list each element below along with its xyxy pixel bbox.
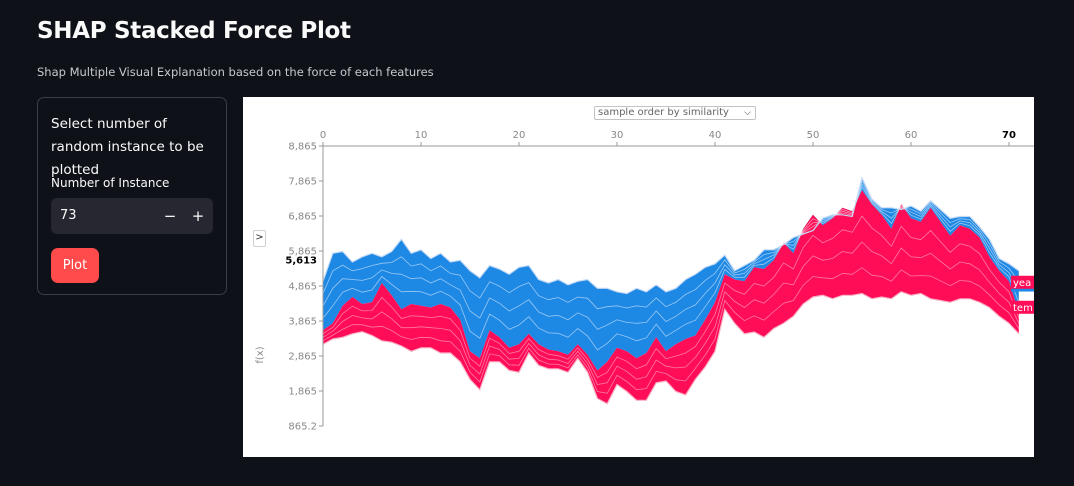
settings-panel: Select number of random instance to be p…	[37, 97, 227, 295]
panel-heading: Select number of random instance to be p…	[51, 116, 204, 178]
stacked-force-chart: 8,8657,8656,8655,8654,8653,8652,8651,865…	[255, 130, 1034, 433]
x-tick-label: 0	[320, 130, 326, 141]
increment-button[interactable]: +	[187, 204, 209, 228]
x-tick-label: 60	[905, 130, 918, 141]
y-tick-label: 1,865	[288, 387, 317, 398]
instance-count-label: Number of Instance	[51, 176, 170, 190]
feature-label: tem	[1013, 303, 1033, 314]
plot-button[interactable]: Plot	[51, 248, 99, 283]
decrement-button[interactable]: −	[159, 204, 181, 228]
page-subtitle: Shap Multiple Visual Explanation based o…	[37, 65, 434, 79]
y-axis-title: f(x)	[255, 346, 266, 363]
instance-count-value[interactable]: 73	[60, 208, 77, 223]
base-value-label: 5,613	[285, 255, 317, 266]
x-tick-label: 10	[415, 130, 428, 141]
instance-count-input[interactable]: 73 − +	[51, 198, 213, 234]
y-tick-label: 3,865	[288, 317, 317, 328]
y-tick-label: 6,865	[288, 212, 317, 223]
y-tick-label: 7,865	[288, 177, 317, 188]
feature-label: yea	[1013, 278, 1031, 289]
page-title: SHAP Stacked Force Plot	[37, 18, 351, 44]
y-tick-label: 2,865	[288, 352, 317, 363]
x-tick-label: 50	[807, 130, 820, 141]
x-tick-label: 20	[513, 130, 526, 141]
y-tick-label: 4,865	[288, 282, 317, 293]
x-tick-label: 70	[1002, 130, 1016, 141]
x-tick-label: 30	[611, 130, 624, 141]
y-tick-label: 865.2	[288, 422, 317, 433]
y-tick-label: 8,865	[288, 142, 317, 153]
force-plot-container: sample order by similarity ⌵ > 8,865 7,86…	[243, 97, 1034, 457]
x-tick-label: 40	[709, 130, 722, 141]
